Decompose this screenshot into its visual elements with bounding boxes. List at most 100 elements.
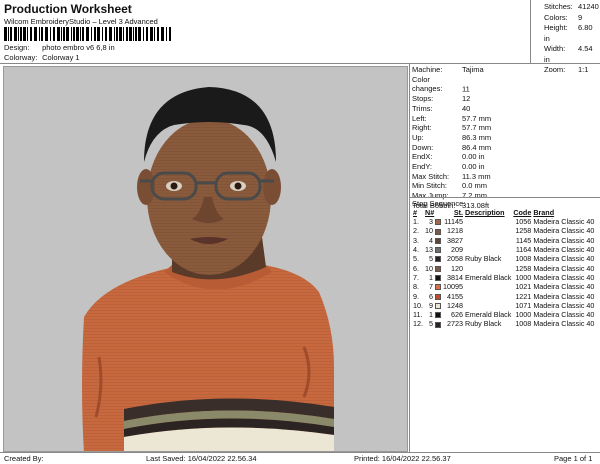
table-row: 2. 10 1218 1258 Madeira Classic 40 xyxy=(412,226,595,235)
color-swatch xyxy=(435,293,441,300)
color-swatch xyxy=(435,256,441,263)
machine-info: Machine: Tajima Color changes: 11 Stops: 12… xyxy=(412,65,491,211)
row-needle: 4 xyxy=(429,235,433,245)
stop-sequence-table: # N# St. Description Code Brand 1. 3 11145… xyxy=(412,208,595,329)
row-brand: Madeira Classic 40 xyxy=(533,263,595,273)
barcode-bar xyxy=(109,27,112,41)
row-number: 6. xyxy=(413,263,419,273)
row-code: 1021 xyxy=(515,282,532,292)
row-description xyxy=(464,245,512,254)
row-brand: Madeira Classic 40 xyxy=(533,272,595,282)
barcode-bar xyxy=(138,27,141,41)
color-swatch xyxy=(435,302,441,309)
row-color xyxy=(434,291,442,300)
info-row: Max Stitch: 11.3 mm xyxy=(412,171,491,181)
row-needle: 13 xyxy=(425,245,433,255)
row-code: 1056 xyxy=(515,217,532,227)
stop-sequence-title: Stop Sequence: xyxy=(412,199,466,208)
table-row: 10. 9 1248 1071 Madeira Classic 40 xyxy=(412,301,595,310)
row-description: Ruby Black xyxy=(465,319,502,329)
barcode-bar xyxy=(50,27,51,41)
barcode-bar xyxy=(39,27,40,41)
col-stitches: St. xyxy=(453,208,463,217)
color-swatch xyxy=(435,237,441,244)
barcode-bar xyxy=(157,27,159,41)
row-color xyxy=(434,254,442,263)
barcode-bar xyxy=(97,27,100,41)
row-number: 9. xyxy=(413,291,419,301)
info-row: Down: 86.4 mm xyxy=(412,142,492,152)
row-needle: 1 xyxy=(429,310,433,320)
barcode-bar xyxy=(30,27,32,41)
barcode-bar xyxy=(34,27,37,41)
barcode-bar xyxy=(71,27,72,41)
info-row: Trims: 40 xyxy=(412,103,471,113)
table-row: 9. 6 4155 1221 Madeira Classic 40 xyxy=(412,291,595,301)
barcode-bar xyxy=(119,27,122,41)
barcode-bar xyxy=(91,27,92,41)
table-row: 12. 5 2723 Ruby Black 1008 Madeira Classic 40 xyxy=(412,319,595,328)
row-brand: Madeira Classic 40 xyxy=(533,245,595,255)
last-saved: Last Saved: 16/04/2022 22.56.34 xyxy=(146,454,257,463)
design-row: Design: photo embro v6 6,8 in xyxy=(4,43,115,52)
barcode-bar xyxy=(135,27,137,41)
row-number: 8. xyxy=(413,282,419,292)
barcode-bar xyxy=(105,27,107,41)
stat-row: Width: 4.54 in xyxy=(544,44,593,64)
barcode-bar xyxy=(45,27,48,41)
row-needle: 6 xyxy=(429,291,433,301)
page-number: Page 1 of 1 xyxy=(554,454,593,463)
row-brand: Madeira Classic 40 xyxy=(533,217,595,227)
stats-box: Stitches: 41240 Colors: 9 Height: 6.80 in W… xyxy=(530,0,600,74)
row-code: 1164 xyxy=(515,245,532,255)
barcode-bar xyxy=(82,27,84,41)
info-panel: Machine: Tajima Color changes: 11 Stops: 12… xyxy=(409,64,600,452)
barcode-bar xyxy=(63,27,65,41)
info-row: EndX: 0.00 in xyxy=(412,152,485,162)
barcode-bar xyxy=(53,27,55,41)
barcode-bar xyxy=(166,27,167,41)
row-description: Ruby Black xyxy=(465,254,502,264)
color-swatch xyxy=(435,265,441,272)
col-code: Code xyxy=(513,208,532,217)
table-row: 5. 5 2058 Ruby Black 1008 Madeira Classic 40 xyxy=(412,254,595,263)
table-row: 3. 4 3827 1145 Madeira Classic 40 xyxy=(412,236,595,245)
barcode-bar xyxy=(154,27,155,41)
info-row: Stops: 12 xyxy=(412,94,471,104)
software-name: Wilcom EmbroideryStudio – Level 3 Advanc… xyxy=(4,17,158,26)
barcode-bar xyxy=(14,27,17,41)
row-number: 1. xyxy=(413,217,419,227)
worksheet-footer: Created By: Last Saved: 16/04/2022 22.56… xyxy=(0,452,600,464)
barcode-bar xyxy=(10,27,12,41)
row-code: 1258 xyxy=(515,263,532,273)
barcode-bar xyxy=(146,27,148,41)
row-code: 1221 xyxy=(515,291,532,301)
barcode-bar xyxy=(126,27,128,41)
row-code: 1000 xyxy=(515,310,532,320)
barcode-bar xyxy=(73,27,75,41)
barcode-bar xyxy=(8,27,9,41)
row-number: 11. xyxy=(413,310,423,320)
info-row: Min Stitch: 0.0 mm xyxy=(412,181,488,191)
row-stitches: 209 xyxy=(451,245,463,255)
row-stitches: 1248 xyxy=(447,300,463,310)
barcode-bar xyxy=(123,27,124,41)
row-stitches: 1218 xyxy=(447,226,463,236)
row-color xyxy=(434,236,442,245)
row-description xyxy=(464,291,512,300)
row-description: Emerald Black xyxy=(465,310,512,320)
info-row: Left: 57.7 mm xyxy=(412,113,492,123)
table-row: 7. 1 3814 Emerald Black 1000 Madeira Classic … xyxy=(412,273,595,282)
row-number: 4. xyxy=(413,245,419,255)
row-description xyxy=(464,226,512,235)
barcode-bar xyxy=(66,27,69,41)
row-code: 1008 xyxy=(515,254,532,264)
row-number: 10. xyxy=(413,300,423,310)
design-label: Design: xyxy=(4,43,30,52)
page-title: Production Worksheet xyxy=(4,2,132,16)
created-by: Created By: xyxy=(4,454,44,463)
row-brand: Madeira Classic 40 xyxy=(533,291,595,301)
row-description xyxy=(464,236,512,245)
row-brand: Madeira Classic 40 xyxy=(533,282,595,292)
row-color xyxy=(434,319,442,328)
